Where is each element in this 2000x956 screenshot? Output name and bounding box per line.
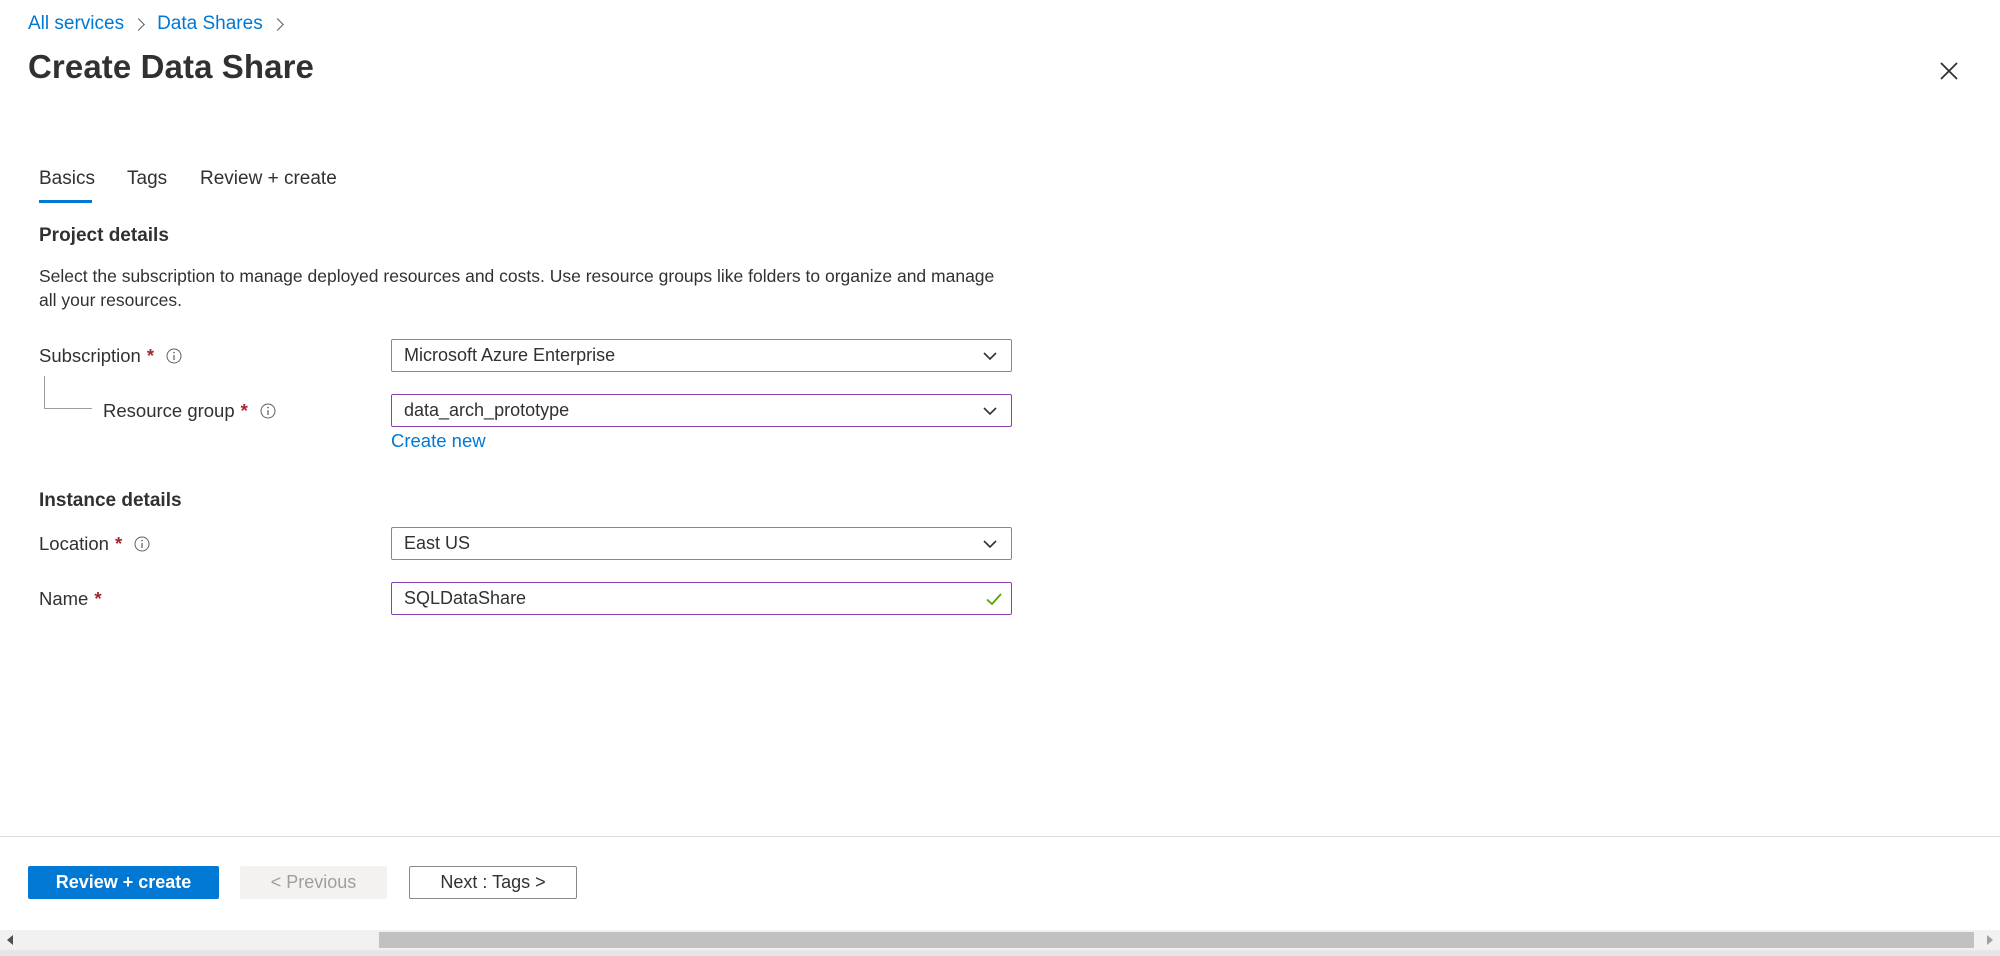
name-label: Name * — [39, 584, 102, 614]
location-label: Location * — [39, 529, 150, 559]
required-marker: * — [240, 400, 248, 421]
chevron-right-icon — [132, 17, 145, 31]
page-title: Create Data Share — [28, 48, 315, 85]
resource-group-dropdown[interactable]: data_arch_prototype — [391, 394, 1012, 427]
required-marker: * — [146, 345, 155, 366]
chevron-down-icon — [983, 351, 997, 360]
breadcrumb: All services Data Shares — [28, 10, 296, 38]
scroll-left-button[interactable] — [0, 930, 20, 950]
tab-tags[interactable]: Tags — [127, 168, 167, 190]
location-dropdown[interactable]: East US — [391, 527, 1012, 560]
review-create-button[interactable]: Review + create — [28, 866, 219, 899]
tree-connector — [44, 376, 92, 409]
subscription-dropdown[interactable]: Microsoft Azure Enterprise — [391, 339, 1012, 372]
info-icon[interactable] — [134, 536, 150, 552]
checkmark-icon — [986, 592, 1002, 605]
name-label-text: Name — [39, 588, 89, 609]
close-button[interactable] — [1934, 56, 1964, 86]
resource-group-value: data_arch_prototype — [404, 400, 570, 420]
resource-group-label-text: Resource group — [103, 400, 235, 421]
project-details-heading: Project details — [39, 225, 169, 246]
info-icon[interactable] — [260, 403, 276, 419]
create-new-resource-group-link[interactable]: Create new — [391, 430, 486, 452]
window-bottom-edge — [0, 950, 2000, 956]
resource-group-label: Resource group * — [103, 396, 276, 426]
previous-button: < Previous — [240, 866, 387, 899]
required-marker: * — [94, 588, 102, 609]
subscription-label: Subscription * — [39, 341, 182, 371]
instance-details-heading: Instance details — [39, 490, 182, 511]
breadcrumb-link-data-shares[interactable]: Data Shares — [157, 13, 263, 35]
name-value: SQLDataShare — [404, 588, 527, 608]
tab-basics[interactable]: Basics — [39, 168, 95, 190]
chevron-right-icon — [270, 17, 284, 31]
next-tags-button[interactable]: Next : Tags > — [409, 866, 577, 899]
breadcrumb-link-all-services[interactable]: All services — [28, 13, 124, 35]
chevron-down-icon — [983, 539, 997, 548]
scroll-right-arrow-icon — [1987, 935, 1993, 945]
close-icon — [1940, 62, 1958, 80]
active-tab-indicator — [39, 200, 92, 203]
scrollbar-thumb[interactable] — [379, 932, 1974, 948]
project-details-description: Select the subscription to manage deploy… — [39, 266, 995, 310]
location-label-text: Location — [39, 533, 109, 554]
footer-divider — [0, 836, 2000, 837]
chevron-down-icon — [983, 406, 997, 415]
scroll-left-arrow-icon — [7, 935, 13, 945]
subscription-value: Microsoft Azure Enterprise — [404, 345, 616, 365]
required-marker: * — [114, 533, 123, 554]
location-value: East US — [404, 533, 471, 553]
horizontal-scrollbar[interactable] — [0, 930, 2000, 950]
name-input[interactable]: SQLDataShare — [391, 582, 1012, 615]
subscription-label-text: Subscription — [39, 345, 141, 366]
scroll-right-button[interactable] — [1980, 930, 2000, 950]
tab-review-create[interactable]: Review + create — [200, 168, 337, 190]
info-icon[interactable] — [166, 348, 182, 364]
